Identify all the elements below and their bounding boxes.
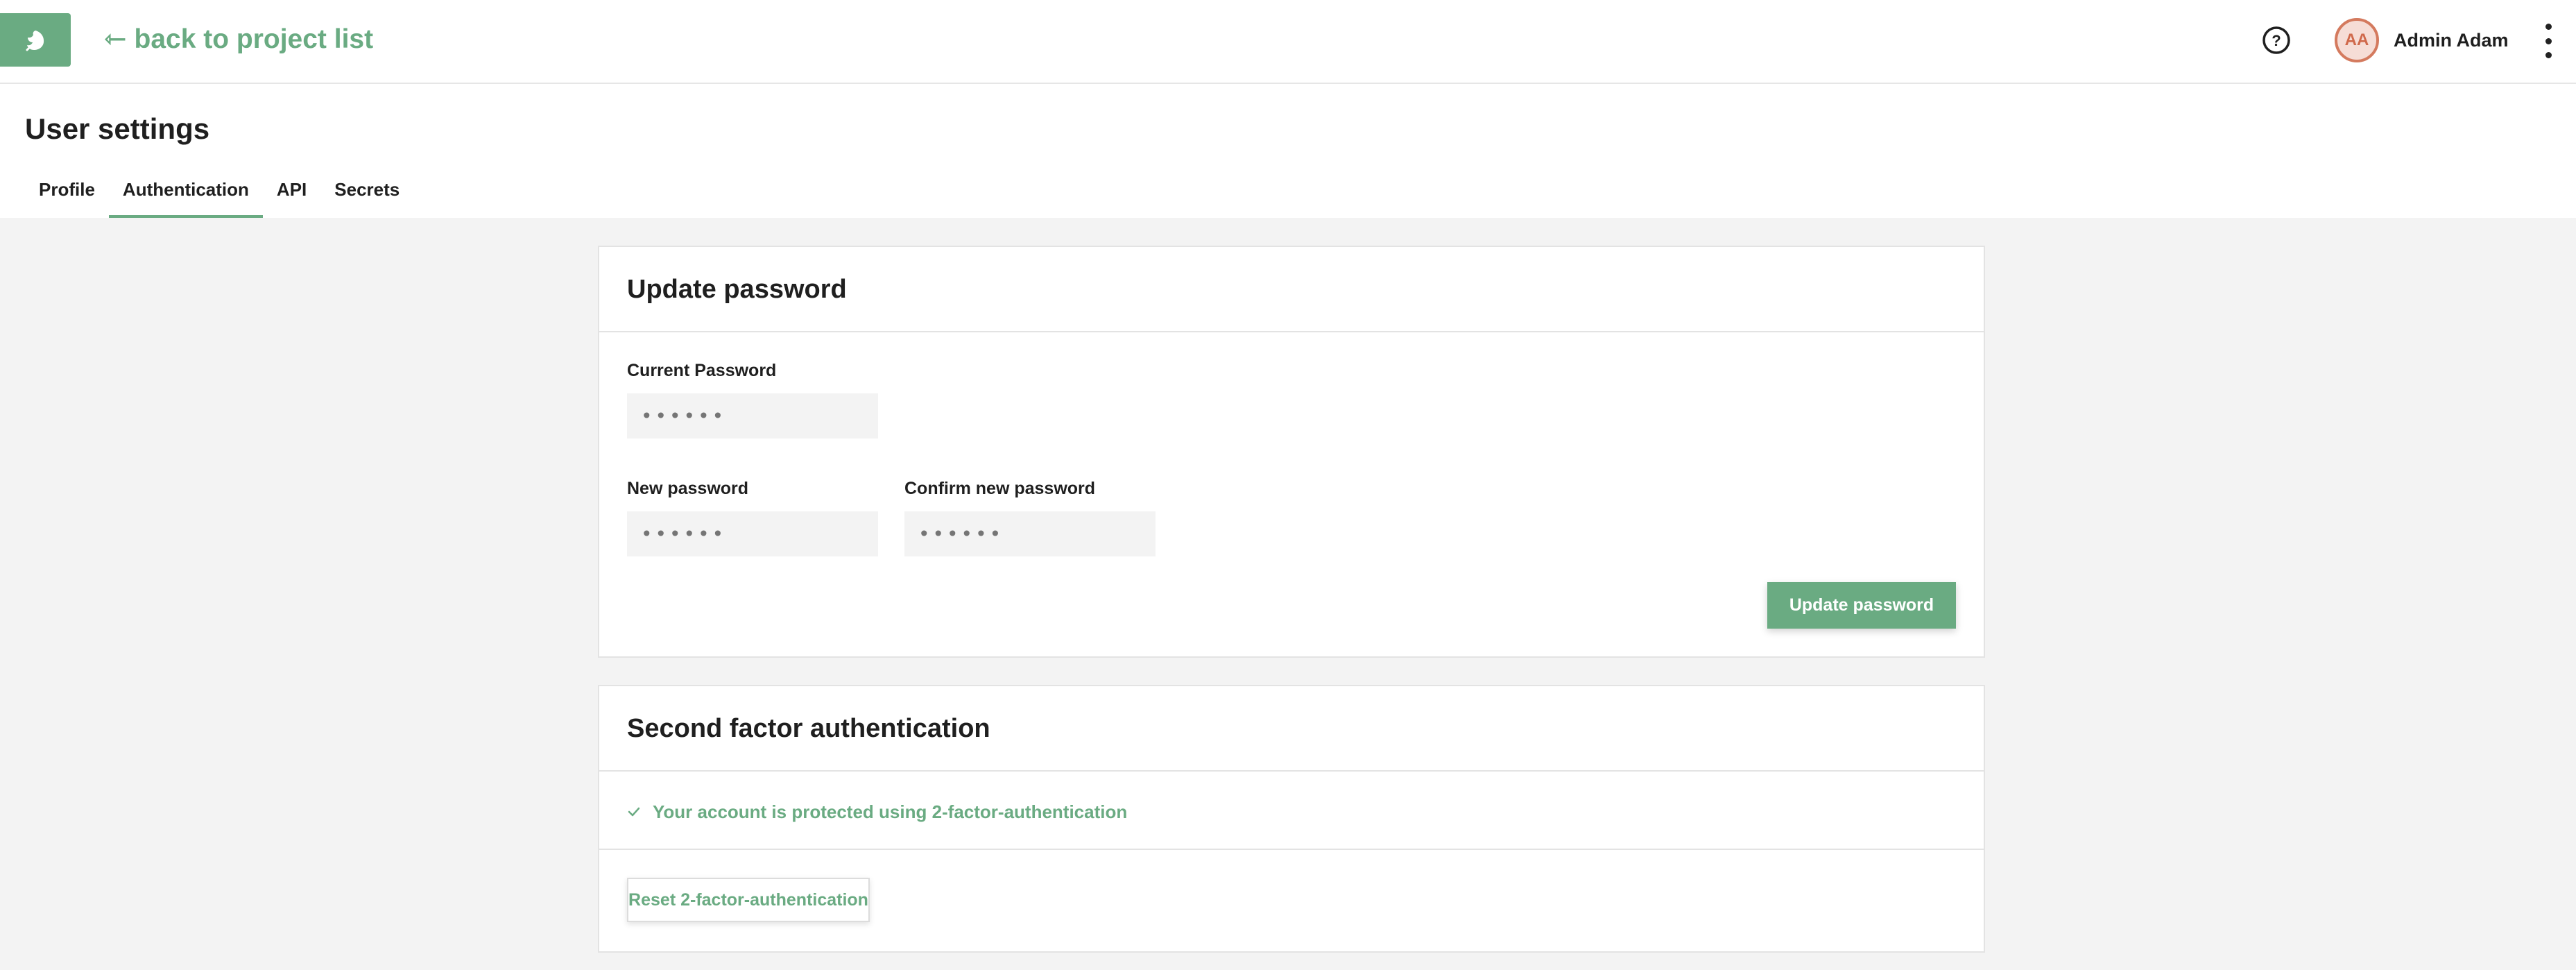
- update-password-button[interactable]: Update password: [1767, 582, 1956, 629]
- current-password-label: Current Password: [627, 361, 777, 380]
- new-password-field[interactable]: [627, 511, 878, 556]
- kebab-menu-icon[interactable]: [2540, 24, 2557, 58]
- two-factor-status-text: Your account is protected using 2-factor…: [653, 801, 1128, 822]
- hop-leaf-icon: [26, 30, 44, 51]
- kebab-dot: [2545, 24, 2552, 30]
- tab-api[interactable]: API: [263, 168, 320, 218]
- page-title: User settings: [25, 112, 210, 145]
- second-factor-title: Second factor authentication: [627, 714, 990, 743]
- user-name[interactable]: Admin Adam: [2394, 29, 2509, 51]
- confirm-password-label: Confirm new password: [904, 479, 1096, 498]
- settings-tabs: Profile Authentication API Secrets: [25, 168, 413, 218]
- tab-profile[interactable]: Profile: [25, 168, 109, 218]
- two-factor-status: Your account is protected using 2-factor…: [599, 772, 1984, 850]
- check-icon: [628, 807, 640, 817]
- app-logo[interactable]: [0, 13, 71, 67]
- second-factor-card: Second factor authentication Your accoun…: [598, 685, 1985, 953]
- top-bar: ⇽ back to project list ? AA Admin Adam: [0, 0, 2576, 84]
- reset-two-factor-button[interactable]: Reset 2-factor-authentication: [627, 878, 870, 922]
- new-password-label: New password: [627, 479, 749, 498]
- avatar[interactable]: AA: [2335, 18, 2379, 62]
- current-password-field[interactable]: [627, 393, 878, 439]
- tab-secrets[interactable]: Secrets: [320, 168, 413, 218]
- svg-text:?: ?: [2272, 32, 2281, 49]
- update-password-card: Update password Current Password New pas…: [598, 246, 1985, 658]
- kebab-dot: [2545, 52, 2552, 58]
- kebab-dot: [2545, 37, 2552, 44]
- confirm-password-field[interactable]: [904, 511, 1156, 556]
- settings-header: User settings Profile Authentication API…: [0, 84, 2576, 218]
- update-password-header: Update password: [599, 247, 1984, 332]
- update-password-title: Update password: [627, 275, 847, 304]
- tab-authentication[interactable]: Authentication: [108, 168, 263, 218]
- help-circle-icon[interactable]: ?: [2262, 26, 2291, 55]
- back-to-project-list-link[interactable]: ⇽ back to project list: [104, 22, 373, 57]
- second-factor-header: Second factor authentication: [599, 686, 1984, 772]
